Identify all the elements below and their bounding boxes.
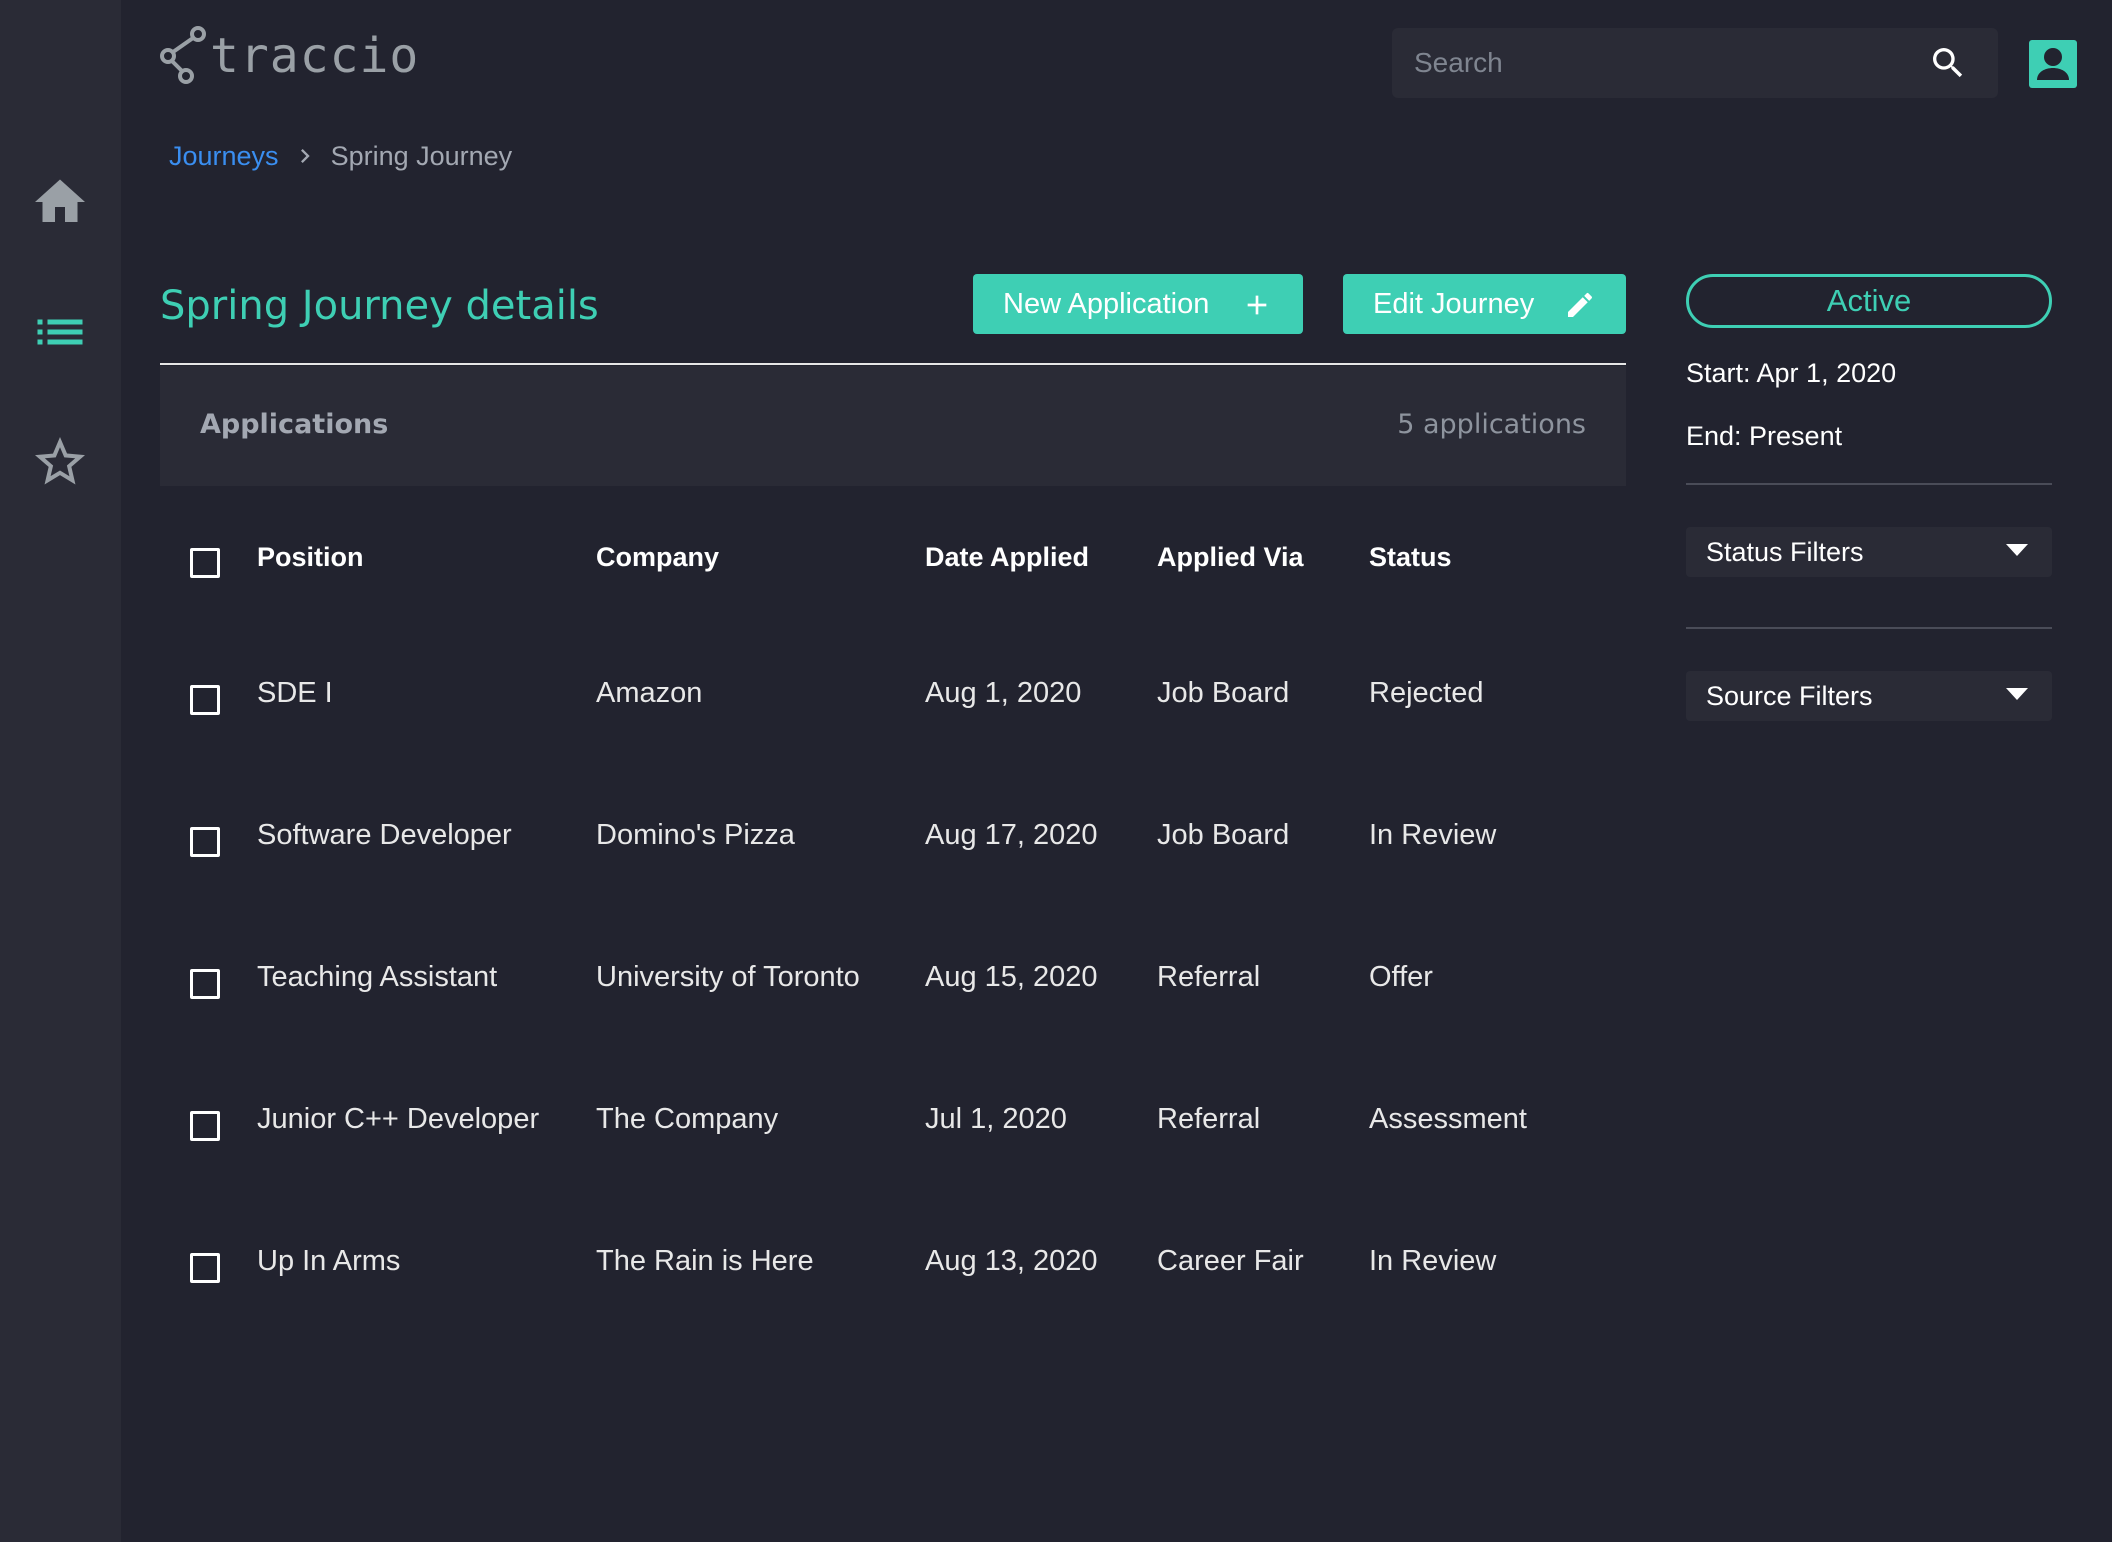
row-checkbox[interactable] xyxy=(190,1111,220,1141)
star-icon[interactable] xyxy=(30,432,90,492)
cell-date-applied: Aug 1, 2020 xyxy=(925,677,1082,709)
app-logo[interactable]: traccio xyxy=(158,20,419,92)
page-title: Spring Journey details xyxy=(160,283,599,329)
cell-status: In Review xyxy=(1369,819,1497,851)
source-filters-dropdown[interactable]: Source Filters xyxy=(1686,671,2052,721)
cell-applied-via: Referral xyxy=(1157,1103,1261,1135)
row-checkbox[interactable] xyxy=(190,1253,220,1283)
select-all-checkbox[interactable] xyxy=(190,548,220,578)
cell-date-applied: Aug 15, 2020 xyxy=(925,961,1098,993)
table-header-row: Position Company Date Applied Applied Vi… xyxy=(160,520,1626,600)
panel-divider xyxy=(1686,627,2052,629)
journey-end-date: End: Present xyxy=(1686,421,1843,451)
column-header-date-applied[interactable]: Date Applied xyxy=(925,542,1089,573)
journey-status-badge[interactable]: Active xyxy=(1686,274,2052,328)
cell-date-applied: Aug 17, 2020 xyxy=(925,819,1098,851)
row-checkbox[interactable] xyxy=(190,969,220,999)
cell-date-applied: Aug 13, 2020 xyxy=(925,1245,1098,1277)
table-row[interactable]: Up In Arms The Rain is Here Aug 13, 2020… xyxy=(160,1225,1626,1305)
status-filters-dropdown[interactable]: Status Filters xyxy=(1686,527,2052,577)
new-application-label: New Application xyxy=(1003,287,1210,320)
share-nodes-icon xyxy=(160,26,206,84)
cell-company: The Company xyxy=(596,1103,779,1135)
journey-start-date: Start: Apr 1, 2020 xyxy=(1686,358,1897,388)
column-header-position[interactable]: Position xyxy=(257,542,364,573)
title-divider xyxy=(160,363,1626,365)
cell-position: Up In Arms xyxy=(257,1245,401,1277)
status-filters-label: Status Filters xyxy=(1706,536,1864,567)
pencil-icon xyxy=(1568,292,1593,317)
caret-down-icon xyxy=(2006,688,2028,700)
cell-applied-via: Career Fair xyxy=(1157,1245,1304,1277)
column-header-applied-via[interactable]: Applied Via xyxy=(1157,542,1304,573)
plus-icon xyxy=(1247,295,1267,315)
cell-position: Teaching Assistant xyxy=(257,961,498,993)
user-avatar-icon[interactable] xyxy=(2029,40,2077,88)
cell-status: Offer xyxy=(1369,961,1433,993)
applications-label: Applications xyxy=(200,409,389,440)
cell-company: Amazon xyxy=(596,677,703,709)
cell-applied-via: Job Board xyxy=(1157,819,1290,851)
caret-down-icon xyxy=(2006,544,2028,556)
applications-header: Applications 5 applications xyxy=(160,366,1626,486)
home-icon[interactable] xyxy=(30,172,90,232)
cell-status: In Review xyxy=(1369,1245,1497,1277)
chevron-right-icon xyxy=(291,142,319,170)
new-application-button[interactable]: New Application xyxy=(973,274,1303,334)
cell-status: Assessment xyxy=(1369,1103,1527,1135)
panel-divider xyxy=(1686,483,2052,485)
cell-applied-via: Job Board xyxy=(1157,677,1290,709)
cell-status: Rejected xyxy=(1369,677,1484,709)
applications-count: 5 applications xyxy=(1397,409,1586,440)
cell-company: The Rain is Here xyxy=(596,1245,814,1277)
cell-position: Software Developer xyxy=(257,819,512,851)
column-header-company[interactable]: Company xyxy=(596,542,719,573)
table-row[interactable]: Teaching Assistant University of Toronto… xyxy=(160,941,1626,1021)
table-row[interactable]: Junior C++ Developer The Company Jul 1, … xyxy=(160,1083,1626,1163)
row-checkbox[interactable] xyxy=(190,685,220,715)
breadcrumb-journeys-link[interactable]: Journeys xyxy=(169,141,279,172)
column-header-status[interactable]: Status xyxy=(1369,542,1452,573)
breadcrumb: Journeys Spring Journey xyxy=(169,138,512,174)
table-row[interactable]: SDE I Amazon Aug 1, 2020 Job Board Rejec… xyxy=(160,657,1626,737)
source-filters-label: Source Filters xyxy=(1706,680,1873,711)
cell-applied-via: Referral xyxy=(1157,961,1261,993)
edit-journey-label: Edit Journey xyxy=(1373,287,1535,320)
edit-journey-button[interactable]: Edit Journey xyxy=(1343,274,1626,334)
list-icon[interactable] xyxy=(30,302,90,362)
search-icon[interactable] xyxy=(1928,43,1968,83)
cell-company: University of Toronto xyxy=(596,961,860,993)
row-checkbox[interactable] xyxy=(190,827,220,857)
cell-position: SDE I xyxy=(257,677,333,709)
search-bar xyxy=(1392,28,1998,98)
cell-date-applied: Jul 1, 2020 xyxy=(925,1103,1067,1135)
logo-text: traccio xyxy=(210,28,420,84)
table-row[interactable]: Software Developer Domino's Pizza Aug 17… xyxy=(160,799,1626,879)
search-input[interactable] xyxy=(1392,47,1892,79)
sidebar xyxy=(0,0,121,1542)
cell-company: Domino's Pizza xyxy=(596,819,795,851)
breadcrumb-current: Spring Journey xyxy=(330,140,513,171)
cell-position: Junior C++ Developer xyxy=(257,1103,540,1135)
